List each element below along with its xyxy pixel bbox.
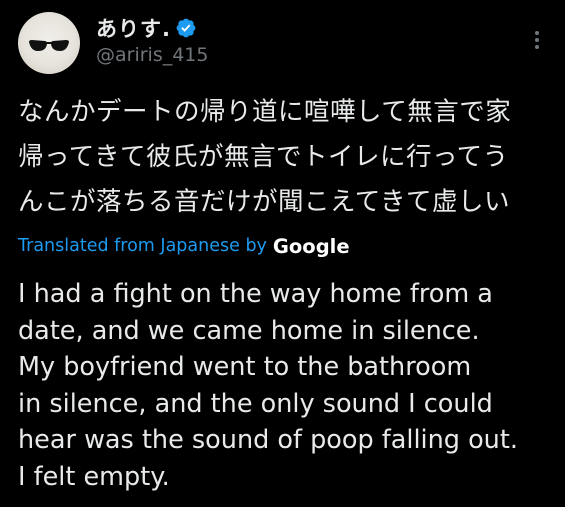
tweet: ありす. @ariris_415 なんかデートの帰り道に喧嘩して無言で家 帰って…	[0, 0, 565, 507]
translated-line: I felt empty.	[18, 461, 170, 492]
author-handle[interactable]: @ariris_415	[96, 44, 209, 66]
translated-line: I had a fight on the way home from a	[18, 279, 493, 309]
tweet-translated-text: I had a fight on the way home from a dat…	[18, 276, 558, 495]
original-line: なんかデートの帰り道に喧嘩して無言で家	[18, 97, 512, 127]
translated-line: date, and we came home in silence.	[18, 315, 480, 346]
translated-line: My boyfriend went to the bathroom	[18, 352, 472, 382]
translated-line: in silence, and the only sound I could	[18, 388, 493, 419]
display-name[interactable]: ありす.	[96, 13, 171, 43]
display-name-row: ありす.	[96, 14, 209, 42]
translation-notice[interactable]: Translated from Japanese by Google	[18, 232, 350, 260]
avatar[interactable]	[18, 12, 80, 74]
tweet-original-text: なんかデートの帰り道に喧嘩して無言で家 帰ってきて彼氏が無言でトイレに行ってう …	[18, 90, 553, 225]
sunglasses-icon	[29, 40, 69, 51]
translation-notice-text[interactable]: Translated from Japanese by	[18, 236, 267, 256]
more-options-icon[interactable]	[528, 28, 546, 52]
original-line: 帰ってきて彼氏が無言でトイレに行ってう	[18, 142, 509, 172]
google-logo: Google	[272, 234, 350, 258]
tweet-header: ありす. @ariris_415	[18, 12, 548, 78]
verified-badge-icon	[176, 18, 196, 38]
author-names: ありす. @ariris_415	[96, 14, 209, 66]
translated-line: hear was the sound of poop falling out.	[18, 425, 518, 455]
original-line: んこが落ちる音だけが聞こえてきて虚しい	[18, 187, 510, 217]
